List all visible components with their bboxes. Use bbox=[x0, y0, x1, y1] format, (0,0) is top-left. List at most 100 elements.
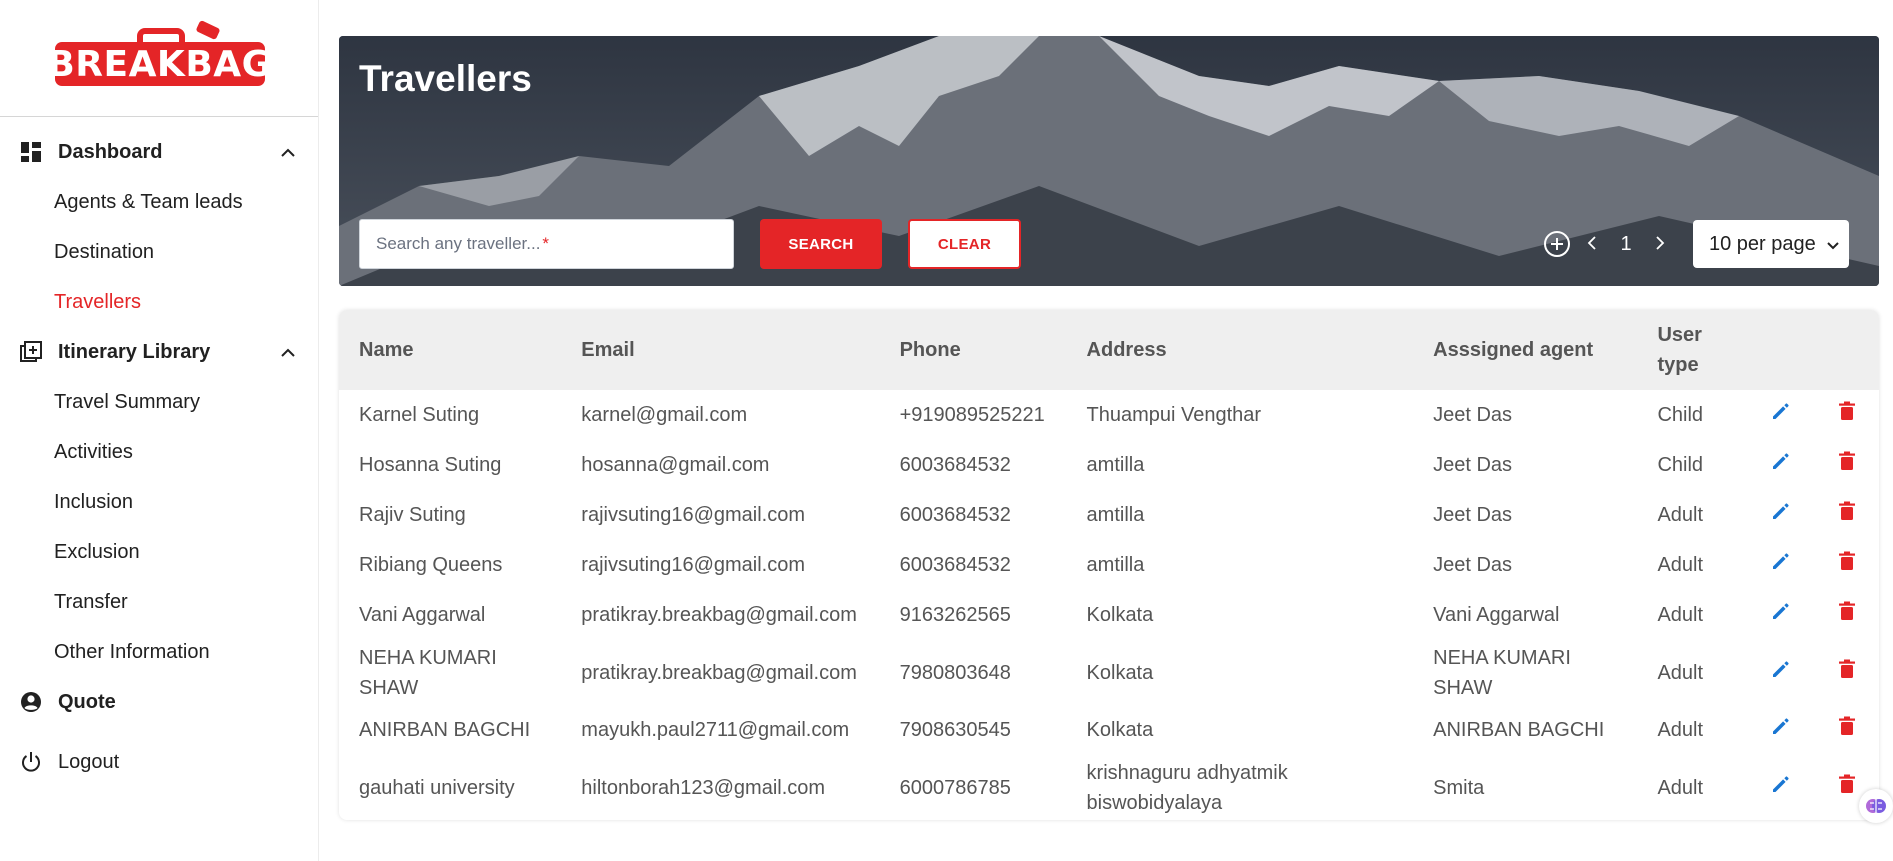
column-header-email[interactable]: Email bbox=[561, 310, 879, 390]
cell-phone: 7908630545 bbox=[899, 719, 1011, 741]
delete-icon[interactable] bbox=[1838, 501, 1856, 521]
delete-icon[interactable] bbox=[1838, 774, 1856, 794]
sidebar-item-destination[interactable]: Destination bbox=[0, 227, 318, 277]
assistant-brain-icon[interactable] bbox=[1859, 789, 1893, 823]
column-header-name[interactable]: Name bbox=[339, 310, 561, 390]
cell-phone: +919089525221 bbox=[899, 404, 1045, 426]
table-row[interactable]: Hosanna Suting hosanna@gmail.com 600368453… bbox=[339, 440, 1879, 490]
edit-cell bbox=[1749, 490, 1815, 540]
edit-cell bbox=[1749, 540, 1815, 590]
chevron-up-icon[interactable] bbox=[278, 342, 298, 362]
cell-user-type: Adult bbox=[1657, 554, 1704, 576]
table-row[interactable]: Ribiang Queens rajivsuting16@gmail.com 600… bbox=[339, 540, 1879, 590]
table-header-row: Name Email Phone Address Asssigned agent… bbox=[339, 310, 1879, 390]
nav-group-itinerary-library[interactable]: Itinerary Library bbox=[0, 327, 318, 377]
table-row[interactable]: Karnel Suting karnel@gmail.com +9190895252… bbox=[339, 390, 1879, 440]
sidebar-item-activities[interactable]: Activities bbox=[0, 427, 318, 477]
table-row[interactable]: gauhati university hiltonborah123@gmail.c… bbox=[339, 755, 1879, 820]
edit-icon[interactable] bbox=[1771, 659, 1791, 679]
delete-icon[interactable] bbox=[1838, 551, 1856, 571]
sidebar-item-travel-summary[interactable]: Travel Summary bbox=[0, 377, 318, 427]
edit-icon[interactable] bbox=[1771, 601, 1791, 621]
nav-logout-label: Logout bbox=[58, 750, 120, 773]
edit-icon[interactable] bbox=[1771, 716, 1791, 736]
cell-agent: Jeet Das bbox=[1433, 454, 1513, 476]
sidebar-nav: Dashboard Agents & Team leads Destinatio… bbox=[0, 117, 318, 787]
add-circle-icon[interactable] bbox=[1543, 230, 1571, 258]
cell-user-type: Adult bbox=[1657, 719, 1704, 741]
cell-user-type: Child bbox=[1657, 454, 1704, 476]
chevron-left-icon[interactable] bbox=[1587, 231, 1597, 257]
per-page-value: 10 per page bbox=[1709, 232, 1816, 255]
chevron-up-icon[interactable] bbox=[278, 142, 298, 162]
delete-icon[interactable] bbox=[1838, 401, 1856, 421]
column-header-user-type[interactable]: User type bbox=[1637, 310, 1748, 390]
edit-cell bbox=[1749, 590, 1815, 640]
delete-cell bbox=[1814, 390, 1879, 440]
sidebar-item-transfer[interactable]: Transfer bbox=[0, 577, 318, 627]
pagination: 1 10 per page bbox=[1543, 220, 1849, 268]
delete-icon[interactable] bbox=[1838, 601, 1856, 621]
column-header-address[interactable]: Address bbox=[1067, 310, 1414, 390]
delete-cell bbox=[1814, 440, 1879, 490]
edit-icon[interactable] bbox=[1771, 401, 1791, 421]
power-icon bbox=[20, 751, 42, 773]
sidebar-item-other-information[interactable]: Other Information bbox=[0, 627, 318, 677]
cell-agent: Vani Aggarwal bbox=[1433, 604, 1560, 626]
delete-cell bbox=[1814, 540, 1879, 590]
nav-group-dashboard[interactable]: Dashboard bbox=[0, 127, 318, 177]
sidebar-item-travellers[interactable]: Travellers bbox=[0, 277, 318, 327]
chevron-right-icon[interactable] bbox=[1655, 231, 1665, 257]
column-header-agent[interactable]: Asssigned agent bbox=[1413, 310, 1637, 390]
table-row[interactable]: ANIRBAN BAGCHI mayukh.paul2711@gmail.com 7… bbox=[339, 705, 1879, 755]
clear-button[interactable]: CLEAR bbox=[908, 219, 1021, 269]
delete-icon[interactable] bbox=[1838, 716, 1856, 736]
search-toolbar: Search any traveller... * SEARCH CLEAR 1 bbox=[359, 218, 1849, 270]
cell-phone: 6003684532 bbox=[899, 454, 1011, 476]
column-header-phone[interactable]: Phone bbox=[880, 310, 1067, 390]
edit-icon[interactable] bbox=[1771, 451, 1791, 471]
edit-icon[interactable] bbox=[1771, 774, 1791, 794]
cell-address: Kolkata bbox=[1086, 661, 1154, 684]
cell-user-type: Adult bbox=[1657, 661, 1704, 684]
logo-text-right: BAG bbox=[185, 43, 272, 85]
dashboard-icon bbox=[20, 141, 42, 163]
cell-user-type: Adult bbox=[1657, 504, 1704, 526]
nav-quote-label: Quote bbox=[58, 690, 116, 713]
search-button[interactable]: SEARCH bbox=[760, 219, 882, 269]
search-input[interactable]: Search any traveller... * bbox=[359, 219, 734, 269]
sidebar-item-exclusion[interactable]: Exclusion bbox=[0, 527, 318, 577]
delete-icon[interactable] bbox=[1838, 659, 1856, 679]
edit-icon[interactable] bbox=[1771, 551, 1791, 571]
delete-cell bbox=[1814, 705, 1879, 755]
cell-name: Rajiv Suting bbox=[359, 504, 466, 526]
table-row[interactable]: Vani Aggarwal pratikray.breakbag@gmail.co… bbox=[339, 590, 1879, 640]
nav-quote[interactable]: Quote bbox=[0, 677, 318, 727]
cell-phone: 6000786785 bbox=[899, 776, 1011, 799]
cell-email: karnel@gmail.com bbox=[581, 404, 748, 426]
cell-phone: 7980803648 bbox=[899, 661, 1011, 684]
library-add-icon bbox=[20, 341, 42, 363]
cell-address: Kolkata bbox=[1086, 604, 1154, 626]
cell-address: amtilla bbox=[1086, 454, 1145, 476]
cell-address: Kolkata bbox=[1086, 719, 1154, 741]
table-row[interactable]: NEHA KUMARI SHAW pratikray.breakbag@gmail… bbox=[339, 640, 1879, 705]
cell-email: hosanna@gmail.com bbox=[581, 454, 770, 476]
per-page-select[interactable]: 10 per page bbox=[1693, 220, 1849, 268]
edit-icon[interactable] bbox=[1771, 501, 1791, 521]
sidebar-item-agents[interactable]: Agents & Team leads bbox=[0, 177, 318, 227]
breakbag-logo[interactable]: BREAK BAG bbox=[47, 19, 272, 92]
cell-agent: ANIRBAN BAGCHI bbox=[1433, 719, 1605, 741]
sidebar-item-inclusion[interactable]: Inclusion bbox=[0, 477, 318, 527]
table-row[interactable]: Rajiv Suting rajivsuting16@gmail.com 60036… bbox=[339, 490, 1879, 540]
delete-icon[interactable] bbox=[1838, 451, 1856, 471]
cell-email: hiltonborah123@gmail.com bbox=[581, 776, 826, 799]
delete-cell bbox=[1814, 590, 1879, 640]
nav-logout[interactable]: Logout bbox=[0, 737, 318, 787]
cell-agent: Jeet Das bbox=[1433, 554, 1513, 576]
cell-email: rajivsuting16@gmail.com bbox=[581, 504, 806, 526]
cell-name: ANIRBAN BAGCHI bbox=[359, 719, 531, 741]
delete-cell bbox=[1814, 640, 1879, 705]
chevron-down-icon bbox=[1827, 233, 1839, 256]
edit-cell bbox=[1749, 755, 1815, 820]
